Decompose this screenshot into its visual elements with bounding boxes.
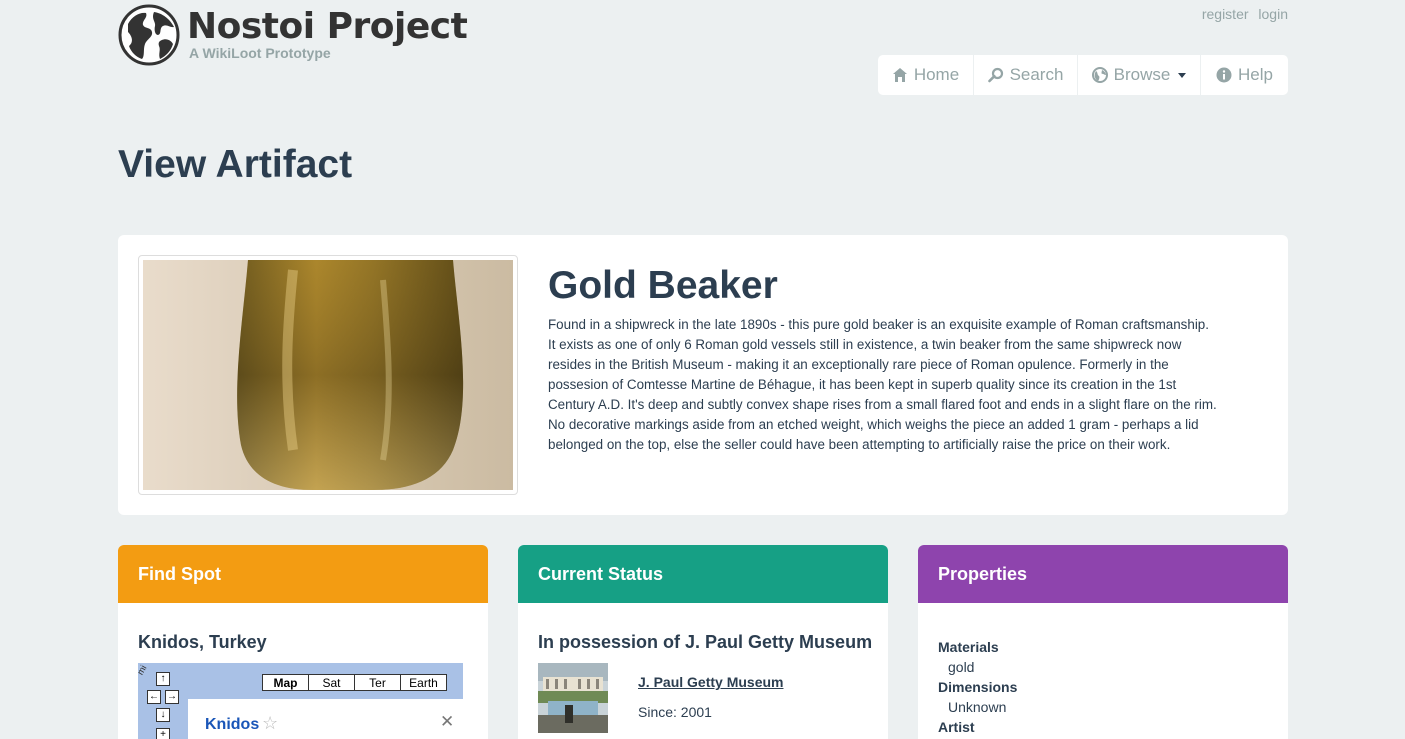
dimensions-value: Unknown: [948, 699, 1007, 715]
properties-panel: Properties Materials gold Dimensions Unk…: [918, 545, 1288, 739]
materials-value: gold: [948, 659, 975, 675]
nav-search-label: Search: [1009, 65, 1064, 84]
properties-header: Properties: [918, 545, 1288, 603]
since-date: Since: 2001: [638, 704, 712, 720]
nav-help[interactable]: Help: [1201, 55, 1288, 95]
museum-link[interactable]: J. Paul Getty Museum: [638, 674, 783, 690]
find-spot-panel: Find Spot Knidos, Turkey mi ↑ ← → ↓ + Ma…: [118, 545, 488, 739]
map-type-earth[interactable]: Earth: [400, 674, 447, 691]
current-status-panel: Current Status In possession of J. Paul …: [518, 545, 888, 739]
map-type-map[interactable]: Map: [262, 674, 309, 691]
materials-label: Materials: [938, 639, 999, 655]
main-nav: Home Search Browse Help: [878, 55, 1288, 95]
pan-right-icon[interactable]: →: [165, 690, 179, 704]
info-icon: [1216, 67, 1232, 83]
find-spot-map[interactable]: mi ↑ ← → ↓ + Map Sat Ter Earth Knidos ☆ …: [138, 663, 463, 739]
map-place-name[interactable]: Knidos: [205, 716, 259, 734]
nav-home-label: Home: [913, 65, 960, 84]
globe-icon: [118, 4, 180, 66]
properties-list: Materials gold Dimensions Unknown Artist: [938, 637, 1017, 737]
map-type-ter[interactable]: Ter: [354, 674, 401, 691]
chevron-down-icon: [1178, 72, 1187, 78]
find-spot-header: Find Spot: [118, 545, 488, 603]
brand-subtitle: A WikiLoot Prototype: [189, 45, 331, 61]
nav-help-label: Help: [1238, 65, 1273, 84]
artist-label: Artist: [938, 719, 975, 735]
dimensions-label: Dimensions: [938, 679, 1018, 695]
zoom-in-icon[interactable]: +: [156, 728, 170, 739]
map-scale-label: mi: [138, 663, 149, 677]
artifact-title: Gold Beaker: [548, 264, 778, 307]
home-icon: [892, 68, 907, 82]
login-link[interactable]: login: [1258, 6, 1288, 22]
close-icon[interactable]: ✕: [440, 712, 454, 732]
brand-title: Nostoi Project: [187, 6, 468, 47]
page-title: View Artifact: [118, 143, 353, 186]
globe-icon: [1091, 67, 1108, 83]
search-icon: [987, 67, 1003, 83]
star-icon[interactable]: ☆: [262, 713, 278, 734]
nav-search[interactable]: Search: [974, 55, 1078, 95]
artifact-description: Found in a shipwreck in the late 1890s -…: [548, 317, 1217, 452]
auth-links: register login: [1196, 6, 1288, 22]
pan-down-icon[interactable]: ↓: [156, 708, 170, 722]
artifact-image[interactable]: [138, 255, 518, 495]
gold-beaker-photo: [143, 260, 513, 490]
pan-up-icon[interactable]: ↑: [156, 672, 170, 686]
nav-browse[interactable]: Browse: [1078, 55, 1201, 95]
museum-thumbnail[interactable]: [538, 663, 608, 733]
register-link[interactable]: register: [1202, 6, 1249, 22]
pan-left-icon[interactable]: ←: [147, 690, 161, 704]
current-status-header: Current Status: [518, 545, 888, 603]
find-spot-location: Knidos, Turkey: [138, 632, 267, 652]
possession-text: In possession of J. Paul Getty Museum: [538, 632, 873, 652]
map-info-popup: Knidos ☆ ✕: [188, 699, 463, 739]
nav-home[interactable]: Home: [878, 55, 974, 95]
map-type-switcher: Map Sat Ter Earth: [262, 674, 447, 691]
artifact-card: Gold Beaker Found in a shipwreck in the …: [118, 235, 1288, 515]
nav-browse-label: Browse: [1113, 65, 1171, 84]
site-logo[interactable]: Nostoi Project A WikiLoot Prototype: [118, 4, 468, 66]
map-type-sat[interactable]: Sat: [308, 674, 355, 691]
